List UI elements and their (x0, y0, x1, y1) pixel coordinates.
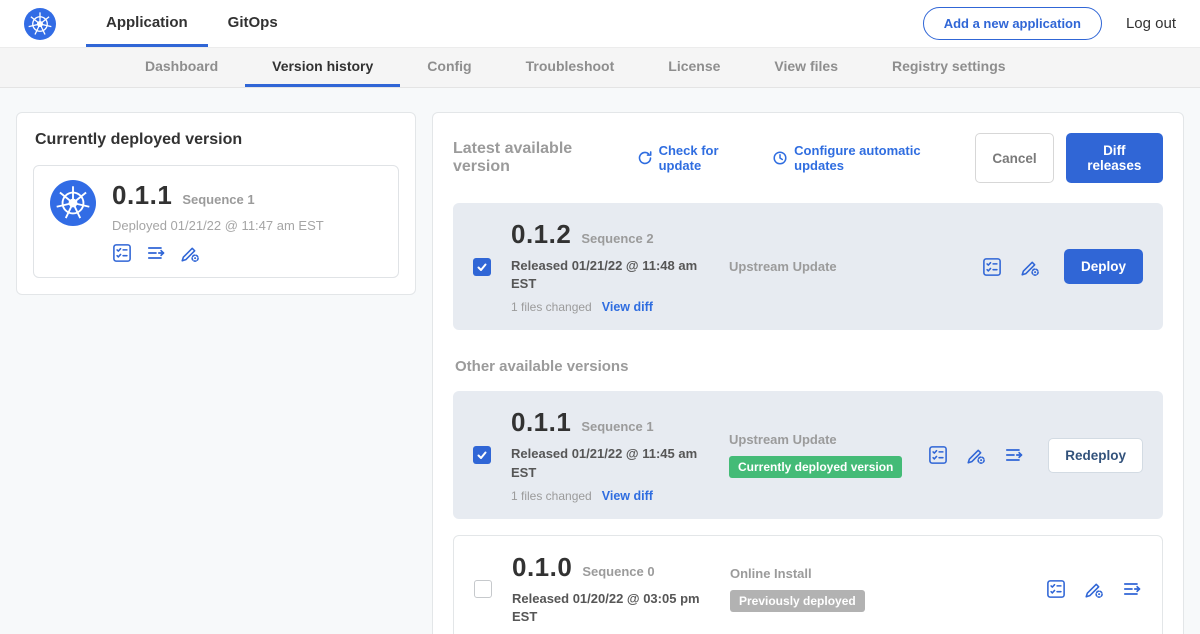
version-info: 0.1.1 Sequence 1 Released 01/21/22 @ 11:… (511, 407, 729, 502)
subnav-tab-troubleshoot[interactable]: Troubleshoot (499, 48, 642, 87)
version-row-0-1-2: 0.1.2 Sequence 2 Released 01/21/22 @ 11:… (453, 203, 1163, 330)
files-changed-label: 1 files changed (511, 300, 592, 314)
deployed-timestamp: Deployed 01/21/22 @ 11:47 am EST (112, 218, 324, 233)
deploy-logs-icon[interactable] (1122, 579, 1142, 599)
release-notes-icon[interactable] (1046, 579, 1066, 599)
currently-deployed-badge: Currently deployed version (729, 456, 902, 478)
version-actions: Deploy (982, 249, 1143, 284)
version-sequence: Sequence 1 (581, 419, 653, 434)
tab-application[interactable]: Application (86, 0, 208, 47)
version-info: 0.1.0 Sequence 0 Released 01/20/22 @ 03:… (512, 552, 730, 626)
version-checkbox[interactable] (473, 258, 491, 276)
diff-releases-button[interactable]: Diff releases (1066, 133, 1163, 183)
version-row-0-1-1: 0.1.1 Sequence 1 Released 01/21/22 @ 11:… (453, 391, 1163, 518)
redeploy-button[interactable]: Redeploy (1048, 438, 1143, 473)
version-source: Upstream Update Currently deployed versi… (729, 432, 928, 478)
version-sequence: Sequence 0 (582, 564, 654, 579)
kubernetes-logo-icon (24, 8, 56, 40)
version-source: Upstream Update (729, 259, 982, 274)
deploy-button[interactable]: Deploy (1064, 249, 1143, 284)
deploy-logs-icon[interactable] (1004, 445, 1024, 465)
deployed-sequence: Sequence 1 (182, 192, 254, 207)
released-timestamp: Released 01/21/22 @ 11:45 am EST (511, 445, 707, 481)
kubernetes-app-icon (50, 180, 96, 229)
logout-link[interactable]: Log out (1126, 15, 1176, 32)
edit-config-icon[interactable] (1020, 257, 1040, 277)
main-content: Currently deployed version (0, 88, 1200, 634)
view-diff-link[interactable]: View diff (602, 300, 653, 314)
deployed-version-number: 0.1.1 (112, 180, 172, 211)
view-diff-link[interactable]: View diff (602, 489, 653, 503)
deployed-card-title: Currently deployed version (35, 131, 397, 149)
version-row-0-1-0: 0.1.0 Sequence 0 Released 01/20/22 @ 03:… (453, 535, 1163, 634)
version-actions (1046, 579, 1142, 599)
clock-icon (772, 150, 788, 166)
other-versions-label: Other available versions (455, 358, 1161, 375)
refresh-icon (637, 150, 653, 166)
cancel-button[interactable]: Cancel (975, 133, 1053, 183)
tab-gitops-label: GitOps (228, 14, 278, 31)
previously-deployed-badge: Previously deployed (730, 590, 865, 612)
tab-gitops[interactable]: GitOps (208, 0, 298, 47)
deployed-version-box: 0.1.1 Sequence 1 Deployed 01/21/22 @ 11:… (33, 165, 399, 278)
version-actions: Redeploy (928, 438, 1143, 473)
edit-config-icon[interactable] (966, 445, 986, 465)
version-info: 0.1.2 Sequence 2 Released 01/21/22 @ 11:… (511, 219, 729, 314)
source-label: Online Install (730, 566, 1046, 581)
deploy-logs-icon[interactable] (146, 243, 166, 263)
version-checkbox[interactable] (473, 446, 491, 464)
release-notes-icon[interactable] (112, 243, 132, 263)
released-timestamp: Released 01/21/22 @ 11:48 am EST (511, 257, 707, 293)
version-source: Online Install Previously deployed (730, 566, 1046, 612)
version-history-card: Latest available version Check for updat… (432, 112, 1184, 634)
edit-config-icon[interactable] (180, 243, 200, 263)
subnav-tab-version-history[interactable]: Version history (245, 48, 400, 87)
version-number: 0.1.2 (511, 219, 571, 250)
version-sequence: Sequence 2 (581, 231, 653, 246)
tab-application-label: Application (106, 14, 188, 31)
latest-version-title: Latest available version (453, 140, 619, 176)
release-notes-icon[interactable] (982, 257, 1002, 277)
check-for-update-link[interactable]: Check for update (637, 143, 755, 173)
version-checkbox[interactable] (474, 580, 492, 598)
currently-deployed-card: Currently deployed version (16, 112, 416, 295)
files-changed-label: 1 files changed (511, 489, 592, 503)
source-label: Upstream Update (729, 259, 982, 274)
subnav-tab-dashboard[interactable]: Dashboard (118, 48, 245, 87)
source-label: Upstream Update (729, 432, 928, 447)
edit-config-icon[interactable] (1084, 579, 1104, 599)
app-subnav: Dashboard Version history Config Trouble… (0, 48, 1200, 88)
configure-automatic-updates-link[interactable]: Configure automatic updates (772, 143, 957, 173)
subnav-tab-registry-settings[interactable]: Registry settings (865, 48, 1033, 87)
release-notes-icon[interactable] (928, 445, 948, 465)
latest-version-header: Latest available version Check for updat… (453, 133, 1163, 183)
version-number: 0.1.0 (512, 552, 572, 583)
version-number: 0.1.1 (511, 407, 571, 438)
subnav-tab-license[interactable]: License (641, 48, 747, 87)
top-navbar: Application GitOps Add a new application… (0, 0, 1200, 48)
released-timestamp: Released 01/20/22 @ 03:05 pm EST (512, 590, 708, 626)
subnav-tab-config[interactable]: Config (400, 48, 498, 87)
add-application-button[interactable]: Add a new application (923, 7, 1102, 40)
subnav-tab-view-files[interactable]: View files (747, 48, 865, 87)
